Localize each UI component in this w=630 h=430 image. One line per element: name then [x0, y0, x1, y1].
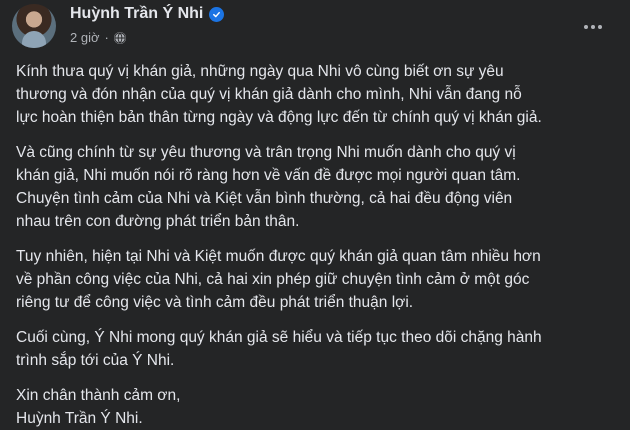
text-line: trình sắp tới của Ý Nhi. — [16, 352, 175, 369]
post-paragraph: Và cũng chính từ sự yêu thương và trân t… — [16, 141, 616, 233]
text-line: khán giả, Nhi muốn nói rõ ràng hơn về vấ… — [16, 167, 521, 184]
post-paragraph: Cuối cùng, Ý Nhi mong quý khán giả sẽ hi… — [16, 326, 616, 372]
globe-icon[interactable] — [113, 31, 126, 44]
text-line: Huỳnh Trần Ý Nhi. — [16, 410, 143, 427]
text-line: thương và đón nhận của quý vị khán giả d… — [16, 86, 522, 103]
text-line: Cuối cùng, Ý Nhi mong quý khán giả sẽ hi… — [16, 329, 542, 346]
text-line: Và cũng chính từ sự yêu thương và trân t… — [16, 144, 516, 161]
more-options-icon[interactable] — [578, 12, 608, 42]
post-signature: Xin chân thành cảm ơn, Huỳnh Trần Ý Nhi. — [16, 384, 616, 430]
author-name[interactable]: Huỳnh Trần Ý Nhi — [70, 5, 203, 23]
post-meta: 2 giờ · — [70, 30, 126, 45]
text-line: nhau trên con đường phát triển bản thân. — [16, 213, 300, 230]
text-line: Tuy nhiên, hiện tại Nhi và Kiệt muốn đượ… — [16, 248, 541, 265]
text-line: riêng tư để công việc và tình cảm đều ph… — [16, 294, 414, 311]
text-line: Xin chân thành cảm ơn, — [16, 387, 181, 404]
text-line: về phần công việc của Nhi, cả hai xin ph… — [16, 271, 530, 288]
text-line: lực hoàn thiện bản thân từng ngày và độn… — [16, 109, 542, 126]
post-time[interactable]: 2 giờ — [70, 30, 100, 45]
author-line: Huỳnh Trần Ý Nhi — [70, 5, 225, 23]
post-body: Kính thưa quý vị khán giả, những ngày qu… — [16, 60, 616, 430]
verified-badge-icon — [209, 6, 225, 22]
post-paragraph: Kính thưa quý vị khán giả, những ngày qu… — [16, 60, 616, 129]
avatar[interactable] — [12, 4, 56, 48]
text-line: Kính thưa quý vị khán giả, những ngày qu… — [16, 63, 504, 80]
post-paragraph: Tuy nhiên, hiện tại Nhi và Kiệt muốn đượ… — [16, 245, 616, 314]
meta-separator: · — [104, 30, 109, 45]
post-header: Huỳnh Trần Ý Nhi 2 giờ · — [12, 4, 630, 52]
text-line: Chuyện tình cảm của Nhi và Kiệt vẫn bình… — [16, 190, 513, 207]
